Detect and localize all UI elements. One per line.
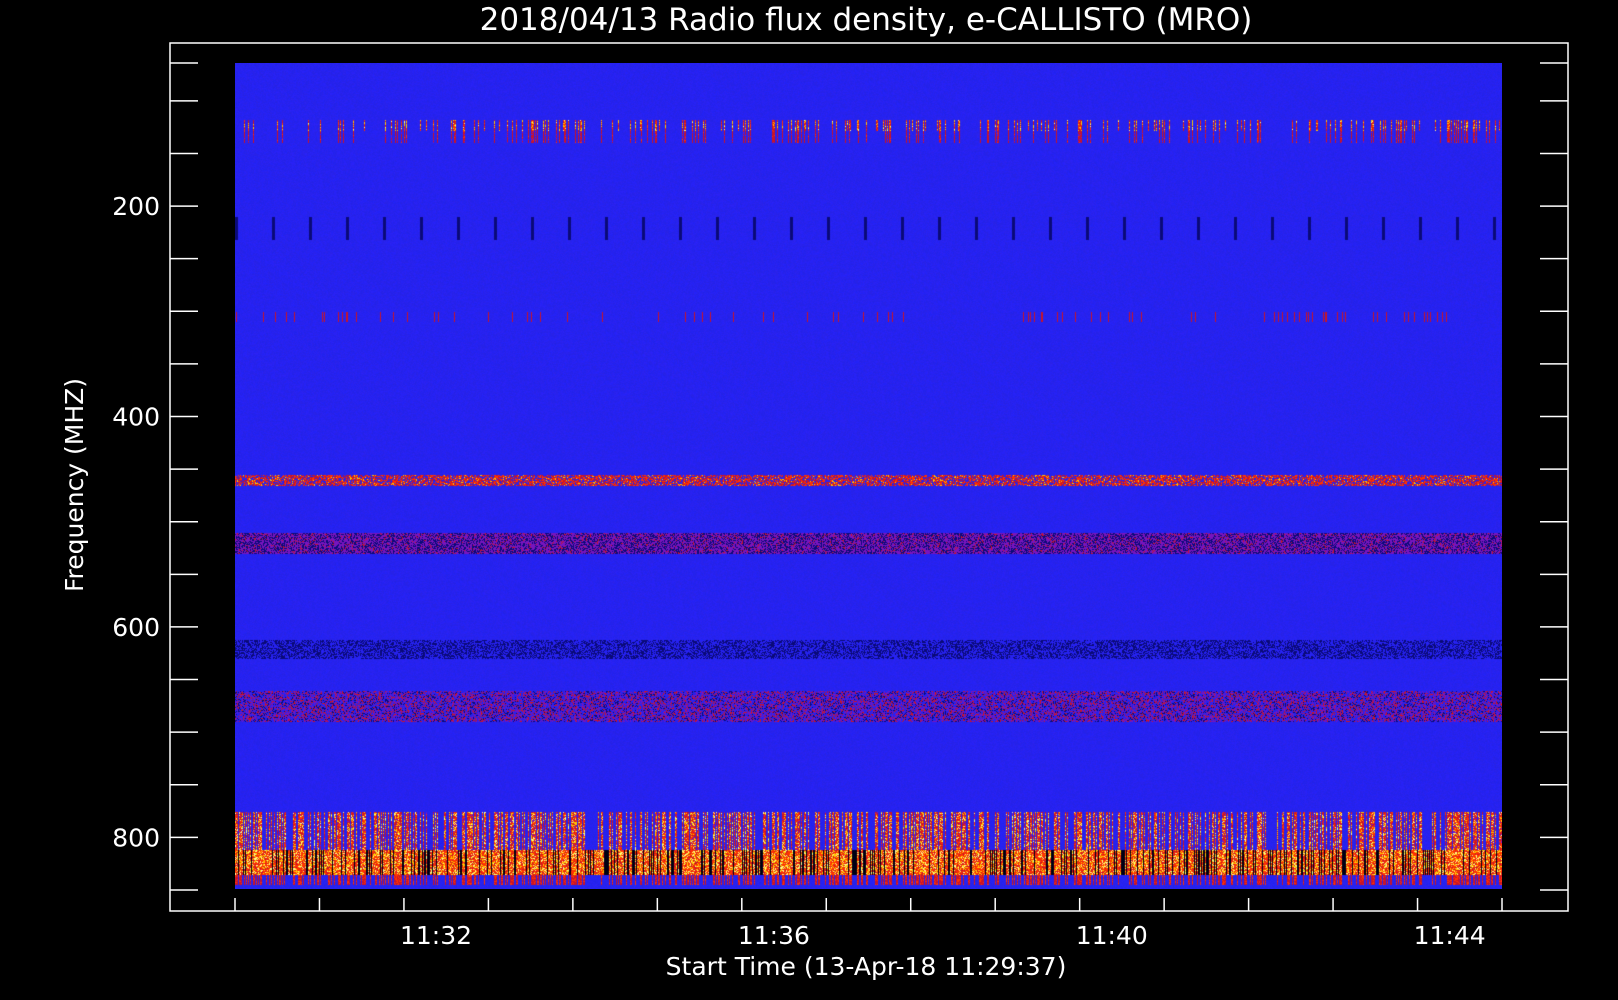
y-tick-label: 600 (112, 613, 160, 642)
x-tick-label: 11:40 (1076, 921, 1148, 950)
chart-title: 2018/04/13 Radio flux density, e-CALLIST… (480, 2, 1253, 38)
x-tick-label: 11:44 (1414, 921, 1486, 950)
x-tick-label: 11:32 (400, 921, 472, 950)
y-axis-label: Frequency (MHZ) (60, 378, 89, 592)
x-axis-label: Start Time (13-Apr-18 11:29:37) (666, 952, 1067, 981)
y-tick-label: 200 (112, 192, 160, 221)
y-tick-label: 400 (112, 403, 160, 432)
spectrogram-image (235, 63, 1502, 889)
spectrogram-heatmap (235, 63, 1502, 889)
y-tick-label: 800 (112, 823, 160, 852)
spectrogram-chart: 2018/04/13 Radio flux density, e-CALLIST… (0, 0, 1618, 1000)
x-tick-label: 11:36 (738, 921, 810, 950)
